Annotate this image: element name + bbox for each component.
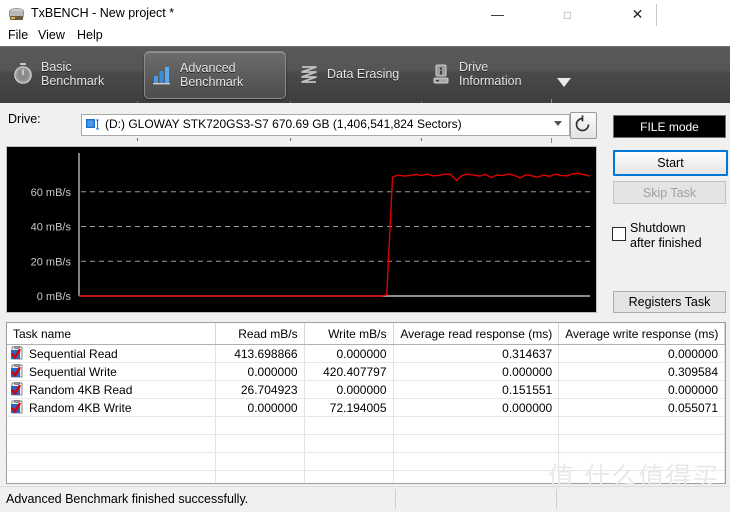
bar-chart-icon [153,67,170,85]
cell-avg_read: 0.000000 [393,362,560,381]
shutdown-after-finished-checkbox[interactable]: Shutdown after finished [612,221,730,255]
window-title: TxBENCH - New project * [31,6,175,20]
cell-avg_write: 0.000000 [558,380,725,399]
tab-strip: Basic Benchmark Advanced Benchmark Data … [0,46,730,143]
ytick-label-0: 0 mB/s [37,291,72,303]
file-mode-indicator[interactable]: FILE mode [613,115,726,138]
cell-read: 0.000000 [215,362,305,381]
task-name-text: Sequential Read [29,346,118,361]
tab-drive-information-label: Drive Information [459,60,522,88]
stopwatch-icon [14,63,32,84]
menu-file[interactable]: File [3,27,33,43]
status-divider-2 [556,489,557,509]
cell-task-name: Random 4KB Read [7,380,216,399]
tab-data-erasing[interactable]: Data Erasing [298,51,416,97]
cell-read: 26.704923 [215,380,305,399]
cell-task-name: Sequential Read [7,344,216,363]
cell-write: 72.194005 [304,398,394,417]
tab-basic-benchmark-label: Basic Benchmark [41,60,105,88]
table-row[interactable]: Sequential Write 0.000000 420.407797 0.0000… [7,362,725,381]
drive-select[interactable]: (D:) GLOWAY STK720GS3-S7 670.69 GB (1,40… [81,114,570,136]
registers-task-button[interactable]: Registers Task [613,291,726,313]
drive-info-icon [433,64,449,84]
col-task-name[interactable]: Task name [7,323,216,345]
cell-task-name: Random 4KB Write [7,398,216,417]
cell-avg_read: 0.000000 [393,398,560,417]
cell-write: 0.000000 [304,344,394,363]
task-checked-icon [11,400,23,414]
ytick-label-20: 20 mB/s [31,256,72,268]
tab-data-erasing-label: Data Erasing [327,67,400,81]
menu-bar: File View Help [0,26,730,46]
col-write[interactable]: Write mB/s [304,323,394,345]
tab-overflow-button[interactable] [553,72,575,94]
title-divider [656,4,657,26]
tab-drive-information[interactable]: Drive Information [430,51,548,97]
tab-advanced-benchmark[interactable]: Advanced Benchmark [144,51,286,99]
cell-read: 413.698866 [215,344,305,363]
cell-task-name: Sequential Write [7,362,216,381]
table-row-empty[interactable] [7,416,725,435]
chevron-down-icon [557,78,571,87]
close-button[interactable]: ✕ [615,0,660,29]
drive-small-icon [86,119,99,130]
benchmark-graph: 0 mB/s 20 mB/s 40 mB/s 60 mB/s [6,146,597,313]
checkbox-box[interactable] [612,227,626,241]
status-message: Advanced Benchmark finished successfully… [6,492,249,506]
maximize-icon: □ [563,7,572,22]
table-row[interactable]: Random 4KB Write 0.000000 72.194005 0.00000… [7,398,725,417]
results-table[interactable]: Task name Read mB/s Write mB/s Average r… [6,322,726,484]
task-checked-icon [11,346,23,360]
table-row-empty[interactable] [7,434,725,453]
col-read[interactable]: Read mB/s [215,323,305,345]
minimize-icon: — [491,7,504,22]
menu-help[interactable]: Help [72,27,108,43]
cell-avg_read: 0.151551 [393,380,560,399]
task-name-text: Random 4KB Read [29,382,133,397]
cell-write: 0.000000 [304,380,394,399]
shredder-icon [301,66,317,83]
chevron-down-icon [554,121,562,126]
refresh-icon [575,115,590,132]
transfer-rate-chart: 0 mB/s 20 mB/s 40 mB/s 60 mB/s [31,153,591,303]
table-body: Sequential Read 413.698866 0.000000 0.31463… [7,344,725,483]
task-checked-icon [11,364,23,378]
cell-avg_write: 0.055071 [558,398,725,417]
start-button[interactable]: Start [613,150,728,176]
task-name-text: Sequential Write [29,364,117,379]
table-row-empty[interactable] [7,470,725,483]
shutdown-label: Shutdown after finished [630,221,702,250]
close-icon: ✕ [631,6,644,22]
minimize-button[interactable]: — [475,0,520,29]
cell-avg_read: 0.314637 [393,344,560,363]
task-checked-icon [11,382,23,396]
menu-view[interactable]: View [33,27,70,43]
cell-avg_write: 0.000000 [558,344,725,363]
col-avg-write[interactable]: Average write response (ms) [558,323,725,345]
status-divider-1 [395,489,396,509]
table-row[interactable]: Sequential Read 413.698866 0.000000 0.31463… [7,344,725,363]
table-header-row: Task name Read mB/s Write mB/s Average r… [7,323,725,345]
ytick-label-40: 40 mB/s [31,222,72,234]
tab-basic-benchmark[interactable]: Basic Benchmark [12,51,130,97]
drive-select-value: (D:) GLOWAY STK720GS3-S7 670.69 GB (1,40… [105,117,462,131]
task-name-text: Random 4KB Write [29,400,132,415]
application-window: TxBENCH - New project * — □ ✕ File View … [0,0,730,512]
skip-task-button: Skip Task [613,181,726,204]
ytick-label-60: 60 mB/s [31,187,72,199]
refresh-drives-button[interactable] [570,112,597,139]
table-row[interactable]: Random 4KB Read 26.704923 0.000000 0.151551… [7,380,725,399]
maximize-button[interactable]: □ [545,0,590,29]
table-row-empty[interactable] [7,452,725,471]
status-bar: Advanced Benchmark finished successfully… [0,486,730,512]
tab-advanced-benchmark-label: Advanced Benchmark [180,61,244,89]
cell-write: 420.407797 [304,362,394,381]
cell-avg_write: 0.309584 [558,362,725,381]
drive-label: Drive: [8,112,41,126]
app-drive-icon [9,8,24,20]
col-avg-read[interactable]: Average read response (ms) [393,323,560,345]
cell-read: 0.000000 [215,398,305,417]
